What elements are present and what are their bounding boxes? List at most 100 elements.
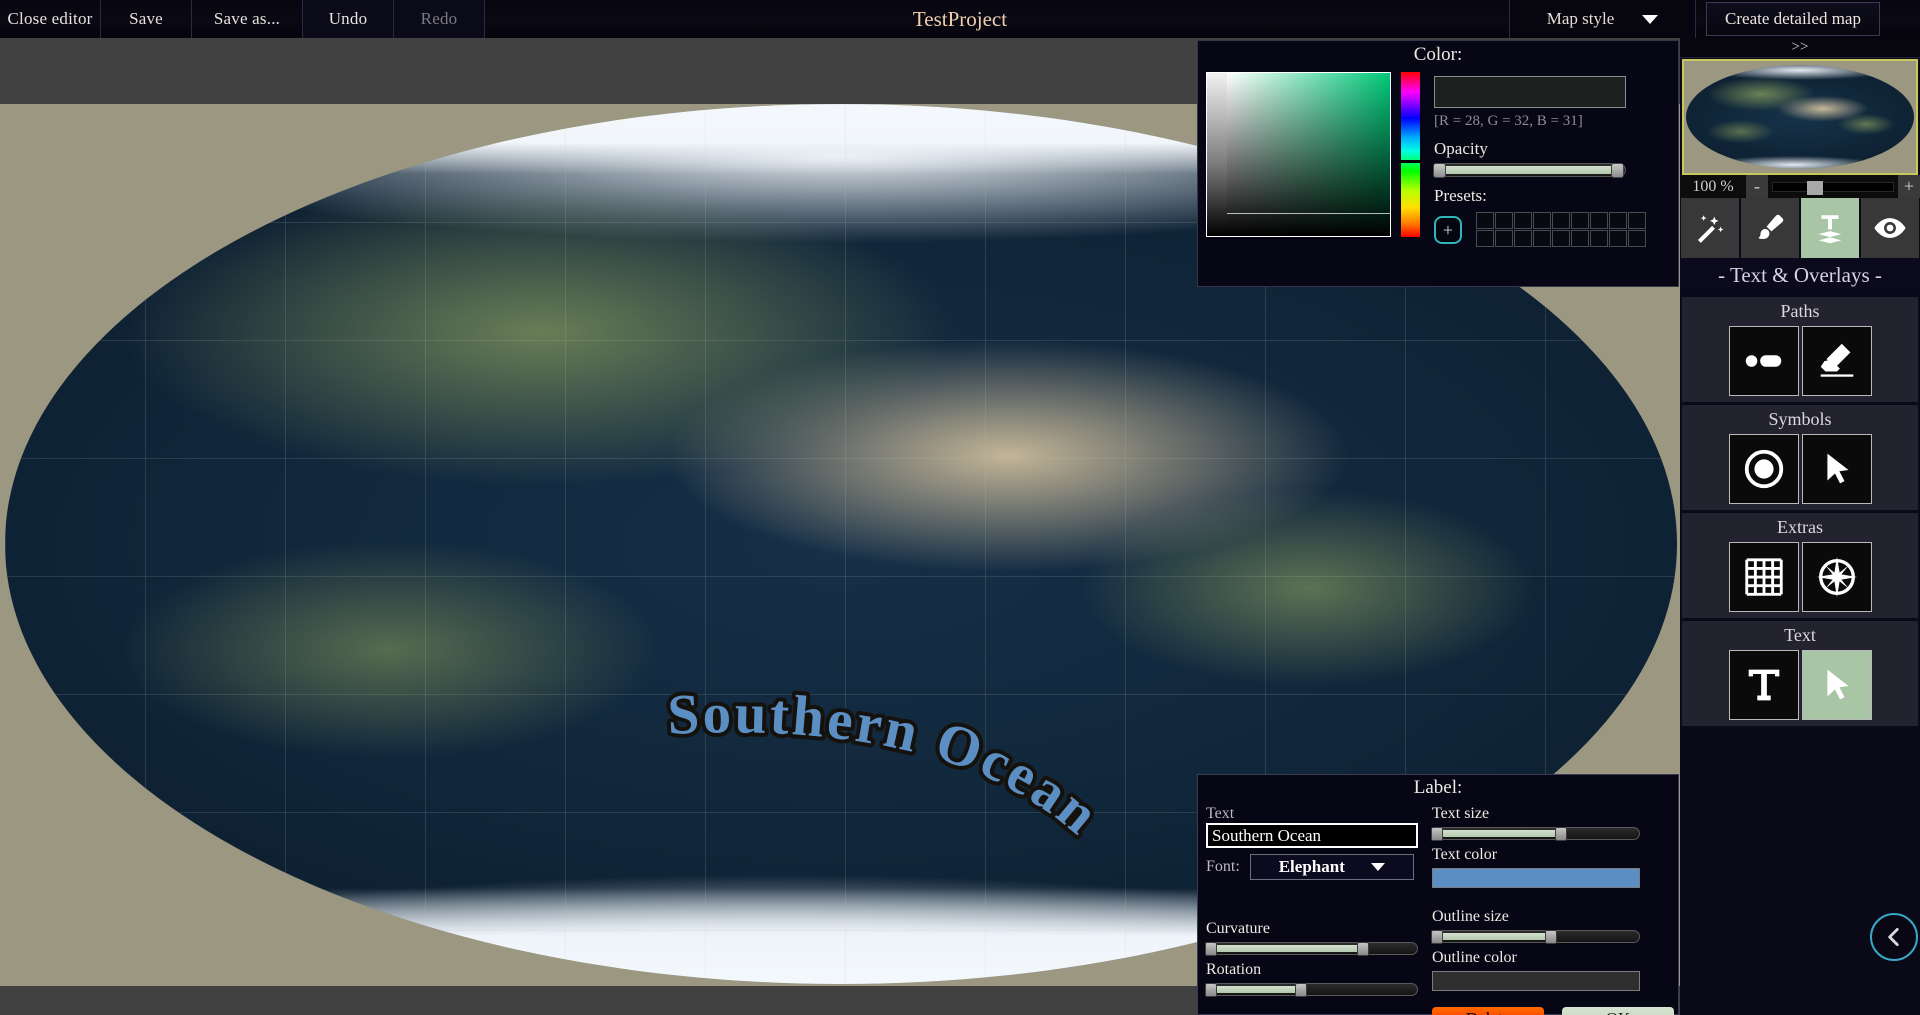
sv-cursor[interactable] [1227,213,1390,214]
zoom-slider-knob[interactable] [1806,180,1823,195]
eye-icon[interactable] [1861,198,1919,258]
text-size-slider-knob[interactable] [1555,827,1567,841]
right-sidebar: >> 100 % - + - Text & Overlays - Paths S… [1680,38,1920,1015]
group-text-title: Text [1784,625,1816,645]
preset-swatch[interactable] [1476,212,1494,229]
top-toolbar: Close editor Save Save as... Undo Redo M… [0,0,1920,38]
chevron-down-icon [1642,14,1659,24]
expand-sidebar-button[interactable]: >> [1680,38,1920,58]
opacity-slider-fill [1437,166,1615,174]
group-symbols-title: Symbols [1768,409,1832,429]
cursor-select-icon[interactable] [1801,434,1872,504]
undo-button[interactable]: Undo [303,0,393,38]
text-size-slider-fill [1435,830,1559,837]
toolbar-end-spacer [1880,0,1920,38]
group-symbols: Symbols [1682,405,1918,510]
add-text-icon[interactable] [1728,650,1799,720]
text-size-slider-start-cap [1431,827,1443,841]
save-as-button[interactable]: Save as... [192,0,302,38]
text-field-label: Text [1206,805,1235,822]
font-field-label: Font: [1206,858,1240,875]
preset-swatch[interactable] [1514,230,1532,247]
zoom-slider[interactable] [1772,180,1894,195]
rotation-slider[interactable] [1205,983,1418,997]
opacity-slider-start-cap [1433,163,1446,178]
delete-button[interactable]: Delete [1432,1007,1544,1015]
circle-symbol-icon[interactable] [1728,434,1799,504]
sidebar-section-title: - Text & Overlays - [1680,258,1920,294]
create-detailed-map-button[interactable]: Create detailed map [1706,2,1880,36]
preset-swatch[interactable] [1628,230,1646,247]
group-text: Text [1682,621,1918,726]
preset-swatch-grid[interactable] [1476,212,1646,247]
grid-icon[interactable] [1728,542,1799,612]
preset-swatch[interactable] [1476,230,1494,247]
group-extras: Extras [1682,513,1918,618]
save-button[interactable]: Save [101,0,191,38]
preset-swatch[interactable] [1571,212,1589,229]
text-layers-icon[interactable] [1801,198,1859,258]
current-color-swatch[interactable] [1434,76,1626,108]
opacity-slider-knob[interactable] [1611,163,1624,178]
map-style-label: Map style [1546,9,1615,28]
preset-swatch[interactable] [1609,230,1627,247]
grayscale-strip[interactable] [1207,73,1227,236]
redo-button: Redo [394,0,484,38]
preset-swatch[interactable] [1533,212,1551,229]
outline-size-slider[interactable] [1431,930,1640,944]
mode-tool-row [1680,198,1920,258]
compass-rose-icon[interactable] [1801,542,1872,612]
preset-swatch[interactable] [1590,212,1608,229]
outline-size-slider-fill [1435,933,1549,940]
preset-swatch[interactable] [1514,212,1532,229]
preset-swatch[interactable] [1609,212,1627,229]
group-paths: Paths [1682,297,1918,402]
toolbar-divider [1695,0,1696,38]
select-text-icon[interactable] [1801,650,1872,720]
saturation-value-field[interactable] [1206,72,1391,237]
outline-color-swatch[interactable] [1432,971,1640,991]
curvature-label: Curvature [1206,920,1270,937]
opacity-slider[interactable] [1433,163,1626,178]
add-preset-button[interactable]: + [1434,215,1462,244]
map-style-dropdown[interactable]: Map style [1510,0,1695,38]
label-editor-panel: Label: Text Font: Elephant Curvature [1197,774,1679,1015]
curvature-slider-knob[interactable] [1357,942,1369,956]
rotation-label: Rotation [1206,961,1262,978]
zoom-in-button[interactable]: + [1898,175,1920,198]
close-editor-button[interactable]: Close editor [0,0,100,38]
curvature-slider-fill [1209,945,1361,952]
minimap[interactable] [1682,59,1918,175]
chevron-left-icon[interactable] [1870,913,1918,961]
preset-swatch[interactable] [1628,212,1646,229]
preset-swatch[interactable] [1552,212,1570,229]
curvature-slider[interactable] [1205,942,1418,956]
preset-swatch[interactable] [1552,230,1570,247]
label-text-input[interactable] [1206,823,1418,848]
preset-swatch[interactable] [1590,230,1608,247]
preset-swatch[interactable] [1533,230,1551,247]
label-panel-title: Label: [1413,777,1463,798]
font-select[interactable]: Elephant [1249,854,1414,880]
magic-wand-icon[interactable] [1681,198,1739,258]
zoom-out-button[interactable]: - [1746,175,1768,198]
brush-icon[interactable] [1741,198,1799,258]
eraser-icon[interactable] [1801,326,1872,396]
hue-slider[interactable] [1400,72,1421,237]
rgb-readout: [R = 28, G = 32, B = 31] [1434,113,1583,129]
preset-swatch[interactable] [1495,212,1513,229]
outline-size-slider-knob[interactable] [1545,930,1557,944]
ok-button[interactable]: OK [1562,1007,1674,1015]
minimap-globe [1686,65,1914,169]
text-size-slider[interactable] [1431,827,1640,841]
text-size-label: Text size [1432,805,1490,822]
path-draw-icon[interactable] [1728,326,1799,396]
hue-cursor[interactable] [1400,160,1421,163]
text-color-swatch[interactable] [1432,868,1640,888]
zoom-level-readout: 100 % [1692,177,1734,195]
zoom-control: 100 % - + [1680,175,1920,198]
sv-gradient[interactable] [1227,73,1390,236]
rotation-slider-knob[interactable] [1295,983,1307,997]
preset-swatch[interactable] [1571,230,1589,247]
preset-swatch[interactable] [1495,230,1513,247]
